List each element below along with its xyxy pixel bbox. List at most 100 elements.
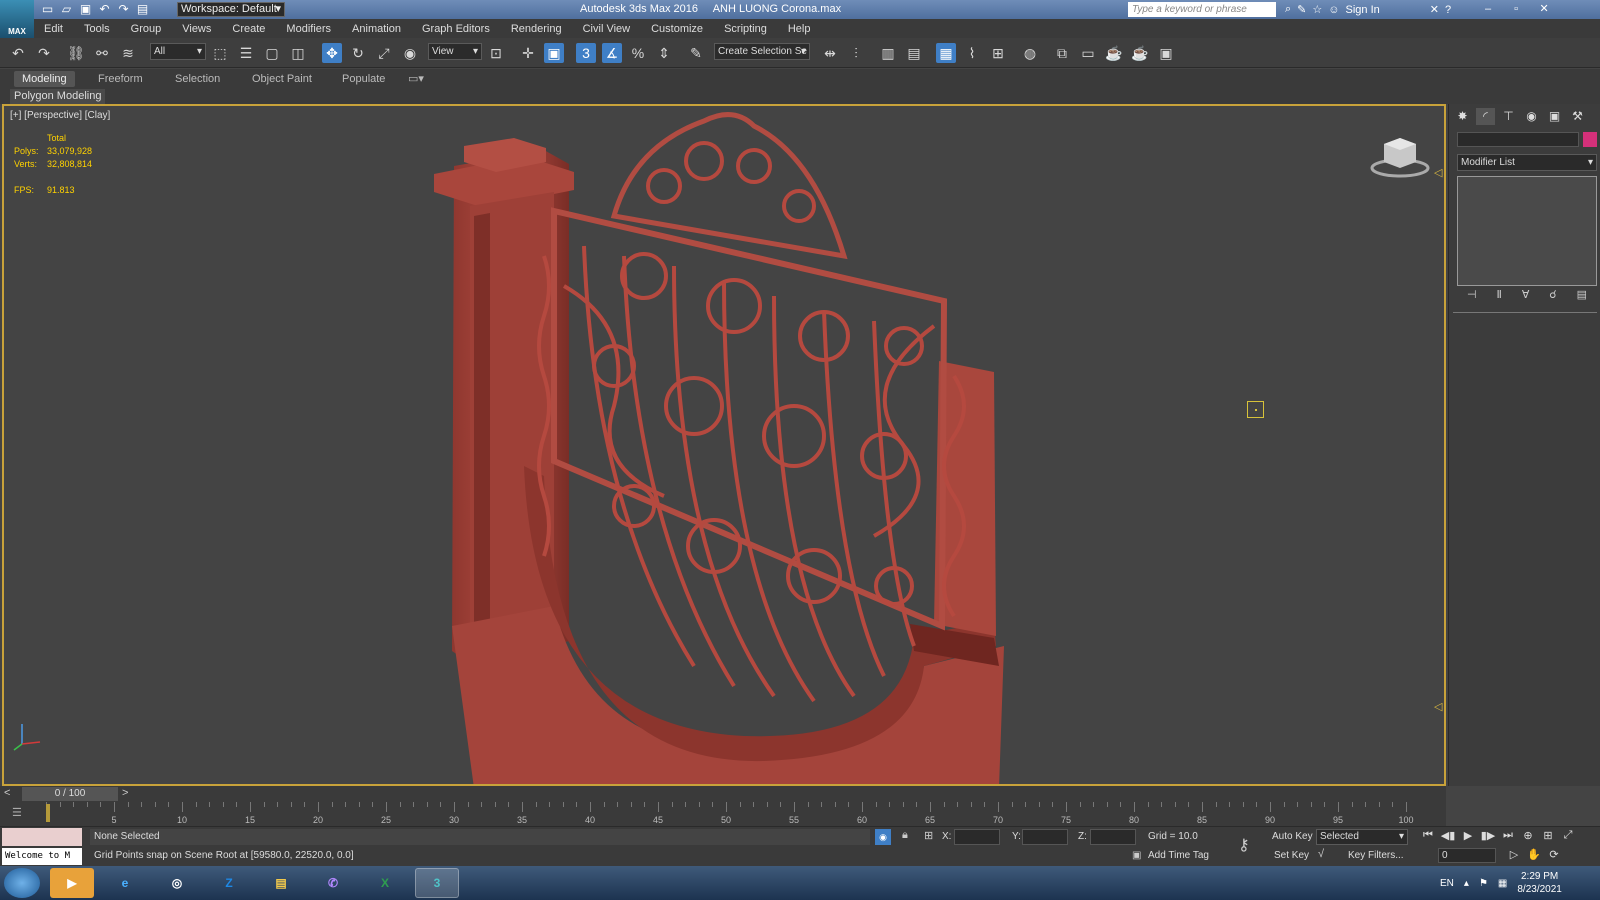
- time-slider[interactable]: < 0 / 100 >: [0, 786, 1446, 802]
- maximize-icon[interactable]: ▫: [1505, 2, 1527, 17]
- taskbar-file-explorer-icon[interactable]: ▤: [259, 868, 303, 898]
- rotate-icon[interactable]: ↻: [348, 43, 368, 63]
- align-icon[interactable]: ⫶: [846, 43, 866, 63]
- maxscript-listener[interactable]: [2, 828, 82, 846]
- create-tab-icon[interactable]: ✸: [1453, 108, 1472, 125]
- close-icon[interactable]: ✕: [1533, 2, 1555, 17]
- render-setup-icon[interactable]: ⧉: [1052, 43, 1072, 63]
- menu-help[interactable]: Help: [788, 23, 811, 35]
- rendered-frame-window-icon[interactable]: ▭: [1078, 43, 1098, 63]
- go-to-end-icon[interactable]: ⏭: [1500, 829, 1516, 842]
- orbit-icon[interactable]: ⟳: [1546, 848, 1562, 861]
- modifier-stack[interactable]: [1457, 176, 1597, 286]
- play-icon[interactable]: ▶: [1460, 829, 1476, 842]
- modify-tab-icon[interactable]: ◜: [1476, 108, 1495, 125]
- set-key-button[interactable]: Set Key: [1274, 848, 1309, 864]
- pivot-center-icon[interactable]: ⊡: [486, 43, 506, 63]
- select-manipulate-icon[interactable]: ✛: [518, 43, 538, 63]
- binoculars-icon[interactable]: ⌕: [1285, 3, 1291, 16]
- ribbon-options-icon[interactable]: ▭▾: [400, 71, 432, 87]
- next-frame-icon[interactable]: ▮▶: [1480, 829, 1496, 842]
- star-icon[interactable]: ☆: [1312, 3, 1322, 16]
- go-to-start-icon[interactable]: ⏮: [1420, 829, 1436, 842]
- perspective-viewport[interactable]: [+] [Perspective] [Clay] Total Polys: 33,…: [2, 104, 1446, 786]
- tab-selection[interactable]: Selection: [167, 71, 228, 87]
- menu-rendering[interactable]: Rendering: [511, 23, 562, 35]
- save-file-icon[interactable]: ▣: [78, 2, 93, 17]
- show-end-result-icon[interactable]: Ⅱ: [1496, 288, 1501, 301]
- scale-icon[interactable]: ⤢: [374, 43, 394, 63]
- display-tab-icon[interactable]: ▣: [1545, 108, 1564, 125]
- make-unique-icon[interactable]: ∀: [1522, 288, 1530, 301]
- object-color-swatch[interactable]: [1583, 132, 1597, 147]
- taskbar-chrome-icon[interactable]: ◎: [155, 868, 199, 898]
- viewcube[interactable]: [1370, 128, 1430, 180]
- time-slider-thumb[interactable]: 0 / 100: [22, 787, 118, 801]
- app-logo[interactable]: MAX: [0, 0, 34, 38]
- previous-frame-icon[interactable]: <: [4, 787, 10, 799]
- toggle-ribbon-icon[interactable]: ▤: [904, 43, 924, 63]
- absolute-mode-icon[interactable]: ⊞: [924, 829, 933, 842]
- language-indicator[interactable]: EN: [1440, 878, 1454, 889]
- remove-modifier-icon[interactable]: ☌: [1549, 288, 1556, 301]
- window-crossing-icon[interactable]: ◫: [288, 43, 308, 63]
- key-icon[interactable]: ⚷: [1238, 835, 1250, 855]
- bind-space-warp-icon[interactable]: ≋: [118, 43, 138, 63]
- communication-icon[interactable]: ✎: [1297, 3, 1306, 16]
- current-frame-field[interactable]: 0: [1438, 848, 1496, 863]
- field-of-view-icon[interactable]: ▷: [1506, 848, 1522, 861]
- select-object-icon[interactable]: ⬚: [210, 43, 230, 63]
- place-icon[interactable]: ◉: [400, 43, 420, 63]
- minimize-icon[interactable]: –: [1477, 2, 1499, 17]
- zoom-all-icon[interactable]: ⊞: [1540, 829, 1556, 842]
- key-mode-select[interactable]: Selected: [1316, 829, 1408, 845]
- y-coordinate-field[interactable]: [1022, 829, 1068, 845]
- help-icon[interactable]: ?: [1445, 4, 1451, 16]
- move-icon[interactable]: ✥: [322, 43, 342, 63]
- exchange-icon[interactable]: ✕: [1430, 3, 1439, 16]
- layer-explorer-icon[interactable]: ▥: [878, 43, 898, 63]
- search-input[interactable]: Type a keyword or phrase: [1128, 2, 1276, 17]
- menu-customize[interactable]: Customize: [651, 23, 703, 35]
- menu-graph-editors[interactable]: Graph Editors: [422, 23, 490, 35]
- unlink-icon[interactable]: ⚯: [92, 43, 112, 63]
- network-icon[interactable]: ▦: [1498, 878, 1507, 889]
- workspace-select[interactable]: Workspace: Default: [177, 2, 285, 17]
- menu-modifiers[interactable]: Modifiers: [286, 23, 331, 35]
- menu-scripting[interactable]: Scripting: [724, 23, 767, 35]
- new-file-icon[interactable]: ▭: [40, 2, 55, 17]
- taskbar-zalo-icon[interactable]: Z: [207, 868, 251, 898]
- schematic-view-icon[interactable]: ⊞: [988, 43, 1008, 63]
- tab-populate[interactable]: Populate: [334, 71, 393, 87]
- menu-tools[interactable]: Tools: [84, 23, 110, 35]
- next-frame-icon[interactable]: >: [122, 787, 128, 799]
- selection-filter-select[interactable]: All: [150, 43, 206, 60]
- motion-tab-icon[interactable]: ◉: [1522, 108, 1541, 125]
- menu-views[interactable]: Views: [182, 23, 211, 35]
- selection-lock-icon[interactable]: 🔒︎: [902, 829, 908, 842]
- maxscript-welcome[interactable]: Welcome to M: [2, 848, 82, 865]
- modifier-list-select[interactable]: Modifier List: [1457, 154, 1597, 171]
- start-button[interactable]: [4, 868, 40, 898]
- hierarchy-tab-icon[interactable]: ⊤: [1499, 108, 1518, 125]
- taskbar-3dsmax-icon[interactable]: 3: [415, 868, 459, 898]
- taskbar-internet-explorer-icon[interactable]: e: [103, 868, 147, 898]
- edit-named-selection-icon[interactable]: ✎: [686, 43, 706, 63]
- key-tangent-icon[interactable]: √: [1318, 848, 1324, 860]
- track-bar[interactable]: ☰ 5 10 15 20 25 30 35 40 45 50 55 60 65 70 75 80 85 90 95 1…: [0, 802, 1446, 826]
- action-center-icon[interactable]: ⚑: [1479, 878, 1488, 889]
- project-folder-icon[interactable]: ▤: [135, 2, 150, 17]
- maximize-viewport-icon[interactable]: ⤢: [1560, 829, 1576, 842]
- menu-animation[interactable]: Animation: [352, 23, 401, 35]
- viewport-label[interactable]: [+] [Perspective] [Clay]: [10, 110, 110, 121]
- keyboard-shortcut-override-icon[interactable]: ▣: [544, 43, 564, 63]
- tab-freeform[interactable]: Freeform: [90, 71, 151, 87]
- percent-snap-icon[interactable]: %: [628, 43, 648, 63]
- taskbar-viber-icon[interactable]: ✆: [311, 868, 355, 898]
- redo-icon[interactable]: ↷: [34, 43, 54, 63]
- object-name-field[interactable]: [1457, 132, 1579, 147]
- sign-in-link[interactable]: Sign In: [1346, 4, 1380, 16]
- time-tag-icon[interactable]: ▣: [1132, 850, 1141, 861]
- render-iterative-icon[interactable]: ☕: [1130, 43, 1150, 63]
- tab-modeling[interactable]: Modeling: [14, 71, 75, 87]
